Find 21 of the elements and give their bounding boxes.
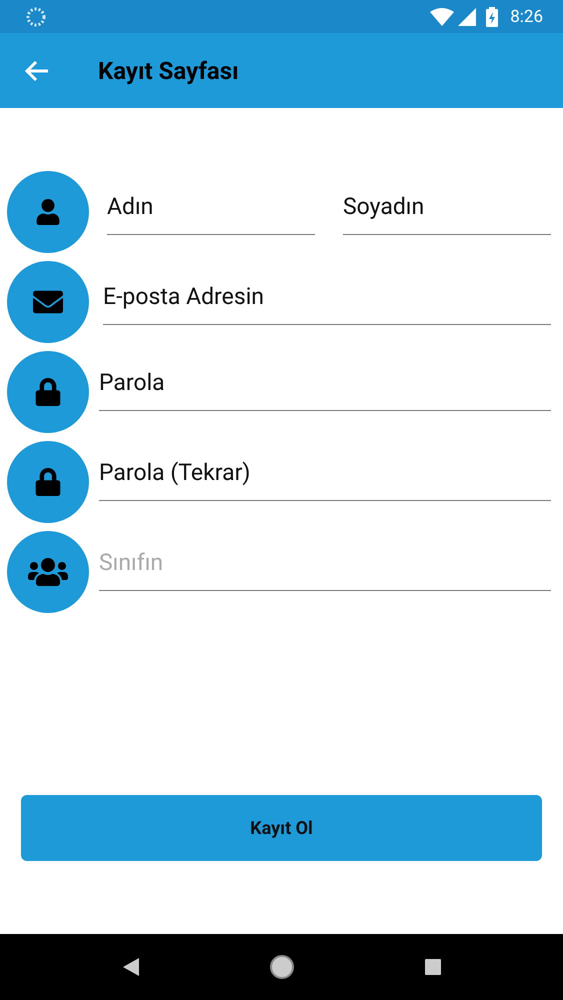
loading-icon bbox=[26, 6, 46, 26]
input-field[interactable]: Soyadın bbox=[343, 193, 551, 235]
person-icon bbox=[35, 199, 61, 225]
lock-icon bbox=[34, 468, 62, 496]
back-icon[interactable] bbox=[122, 958, 138, 976]
battery-icon bbox=[486, 6, 498, 26]
input-field[interactable]: Adın bbox=[107, 193, 315, 235]
wifi-icon bbox=[430, 8, 454, 26]
clock-time: 8:26 bbox=[510, 6, 543, 26]
signal-icon bbox=[458, 8, 476, 26]
input-field[interactable]: Parola (Tekrar) bbox=[99, 459, 551, 501]
lock-icon bbox=[34, 378, 62, 406]
input-field[interactable]: Parola bbox=[99, 369, 551, 411]
recents-icon[interactable] bbox=[424, 959, 440, 975]
back-button[interactable] bbox=[24, 58, 50, 82]
register-button[interactable]: Kayıt Ol bbox=[21, 795, 542, 861]
input-field[interactable]: Sınıfın bbox=[99, 549, 551, 591]
input-field[interactable]: E-posta Adresin bbox=[103, 283, 551, 325]
page-title: Kayıt Sayfası bbox=[98, 56, 239, 84]
home-icon[interactable] bbox=[268, 954, 294, 980]
back-arrow-icon bbox=[24, 58, 50, 82]
